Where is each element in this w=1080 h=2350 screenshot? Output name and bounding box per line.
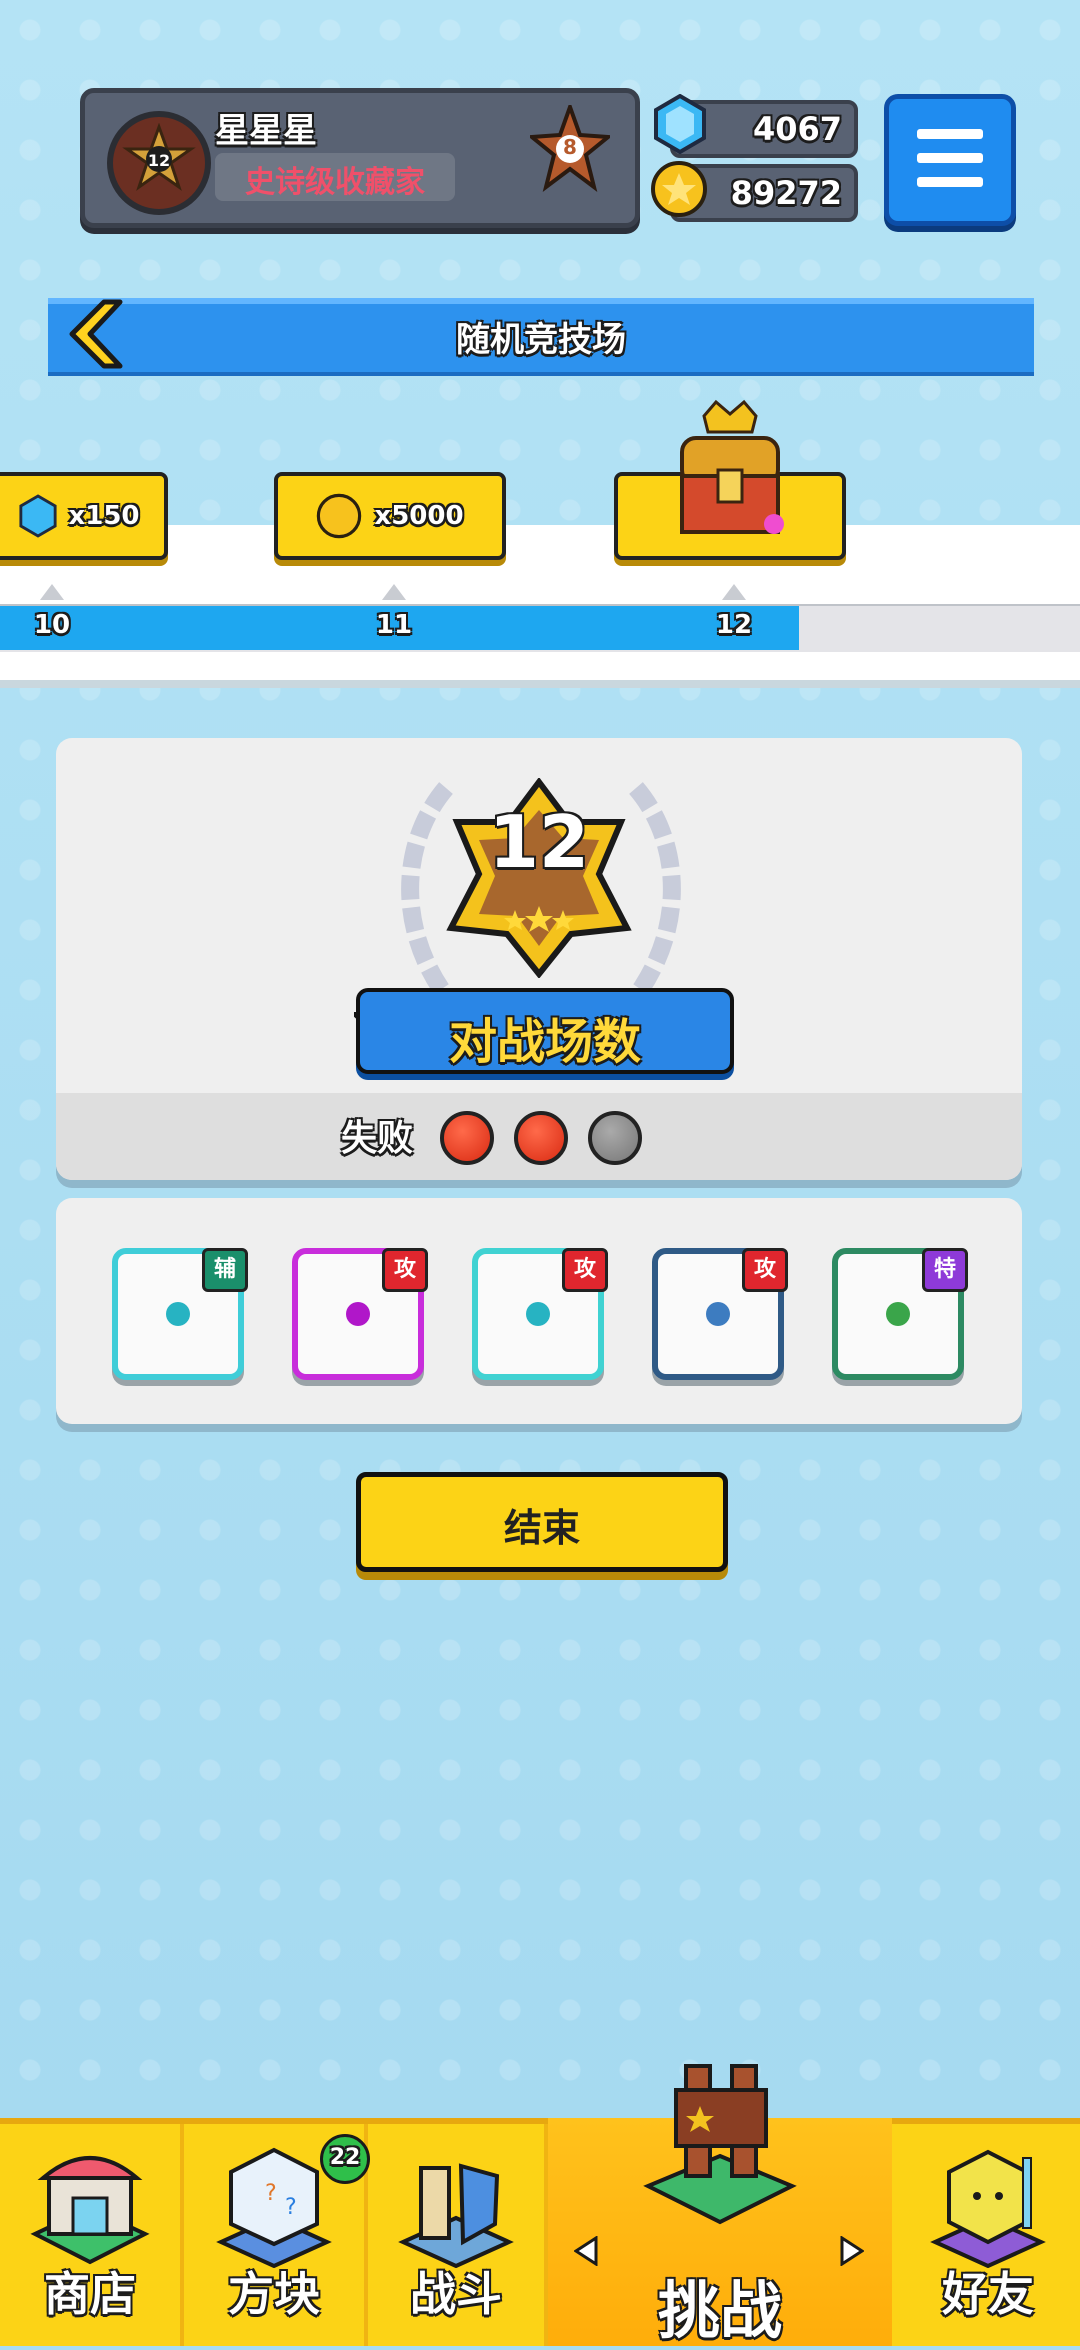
dice-card[interactable]: 攻 — [472, 1248, 608, 1380]
nav-shop[interactable]: 商店 — [0, 2124, 184, 2346]
menu-icon — [917, 129, 983, 139]
nav-dice[interactable]: ? ? 22 方块 — [184, 2124, 370, 2346]
dice-pip — [346, 1302, 370, 1326]
result-panel: 12 对战场数 失败 — [56, 738, 1022, 1180]
arena-header: 随机竞技场 — [48, 298, 1034, 376]
nav-friends-label: 好友 — [942, 2267, 1034, 2321]
avatar-level: 12 — [147, 151, 171, 170]
arena-title: 随机竞技场 — [456, 320, 626, 360]
loss-marker-empty — [588, 1111, 642, 1165]
back-arrow-icon[interactable] — [60, 298, 126, 370]
svg-text:?: ? — [265, 2181, 277, 2206]
avatar[interactable]: 12 — [107, 111, 211, 215]
loss-marker-filled — [440, 1111, 494, 1165]
battle-count-number: 12 — [488, 800, 590, 884]
dice-type-tag: 攻 — [562, 1248, 608, 1292]
loss-indicators — [440, 1111, 680, 1167]
dice-pip — [166, 1302, 190, 1326]
nav-battle[interactable]: 战斗 — [368, 2124, 548, 2346]
dice-pip — [706, 1302, 730, 1326]
battle-count-label: 对战场数 — [448, 1014, 641, 1070]
dice-pip — [526, 1302, 550, 1326]
tick-marker — [722, 584, 746, 600]
tick-marker — [382, 584, 406, 600]
reward-coin-5000[interactable]: x5000 — [274, 472, 506, 560]
nav-shop-label: 商店 — [44, 2267, 136, 2321]
battle-count-banner: 对战场数 — [356, 988, 734, 1074]
menu-button[interactable] — [884, 94, 1016, 226]
reward-label: x5000 — [374, 501, 464, 531]
loss-marker-filled — [514, 1111, 568, 1165]
battle-icon — [398, 2163, 514, 2268]
dice-card[interactable]: 攻 — [292, 1248, 428, 1380]
treasure-chest-icon — [680, 399, 784, 534]
coin-icon — [651, 161, 707, 217]
track-shadow — [0, 680, 1080, 688]
gem-icon — [19, 494, 58, 538]
coin-count: 89272 — [730, 174, 842, 212]
rank-number: 8 — [563, 135, 577, 159]
dice-type-tag: 攻 — [382, 1248, 428, 1292]
dice-type-tag: 辅 — [202, 1248, 248, 1292]
menu-icon-line — [917, 153, 983, 163]
menu-icon-line — [917, 177, 983, 187]
dice-deck-panel: 辅攻攻攻特 — [56, 1198, 1022, 1424]
dice-type-tag: 攻 — [742, 1248, 788, 1292]
profile-title: 史诗级收藏家 — [245, 165, 425, 200]
dice-type-tag: 特 — [922, 1248, 968, 1292]
tick-label-11: 11 — [375, 610, 413, 640]
coin-icon — [317, 493, 362, 539]
shop-icon — [30, 2156, 150, 2265]
dice-pip — [886, 1302, 910, 1326]
tick-marker — [40, 584, 64, 600]
nav-dice-label: 方块 — [228, 2267, 320, 2321]
dice-card[interactable]: 特 — [832, 1248, 968, 1380]
challenge-icon — [643, 2064, 797, 2225]
nav-challenge-label: 挑战 — [657, 2274, 782, 2347]
loss-label: 失败 — [341, 1118, 414, 1159]
nav-battle-label: 战斗 — [410, 2267, 502, 2321]
dice-notification-badge: 22 — [320, 2134, 370, 2184]
gem-icon — [654, 94, 706, 154]
reward-gem-150[interactable]: x150 — [0, 472, 168, 560]
dice-card[interactable]: 辅 — [112, 1248, 248, 1380]
tick-label-10: 10 — [33, 610, 71, 640]
friends-icon — [930, 2149, 1046, 2268]
end-button[interactable]: 结束 — [356, 1472, 728, 1572]
dice-badge-count: 22 — [329, 2145, 361, 2170]
dice-row: 辅攻攻攻特 — [110, 1248, 970, 1388]
nav-friends[interactable]: 好友 — [896, 2124, 1080, 2346]
end-button-label: 结束 — [503, 1506, 580, 1550]
reward-label: x150 — [68, 501, 140, 531]
loss-row: 失败 — [56, 1093, 1022, 1180]
tick-label-12: 12 — [715, 610, 753, 640]
nav-challenge[interactable]: 挑战 — [548, 2064, 892, 2347]
svg-text:?: ? — [285, 2195, 297, 2220]
gem-count: 4067 — [752, 110, 842, 148]
profile-name: 星星星 — [215, 111, 317, 151]
profile-card[interactable]: 12 星星星 史诗级收藏家 8 — [80, 88, 640, 228]
dice-card[interactable]: 攻 — [652, 1248, 788, 1380]
bottom-nav: 商店 ? ? 22 方块 战斗 挑战 好友 — [0, 2064, 1080, 2347]
